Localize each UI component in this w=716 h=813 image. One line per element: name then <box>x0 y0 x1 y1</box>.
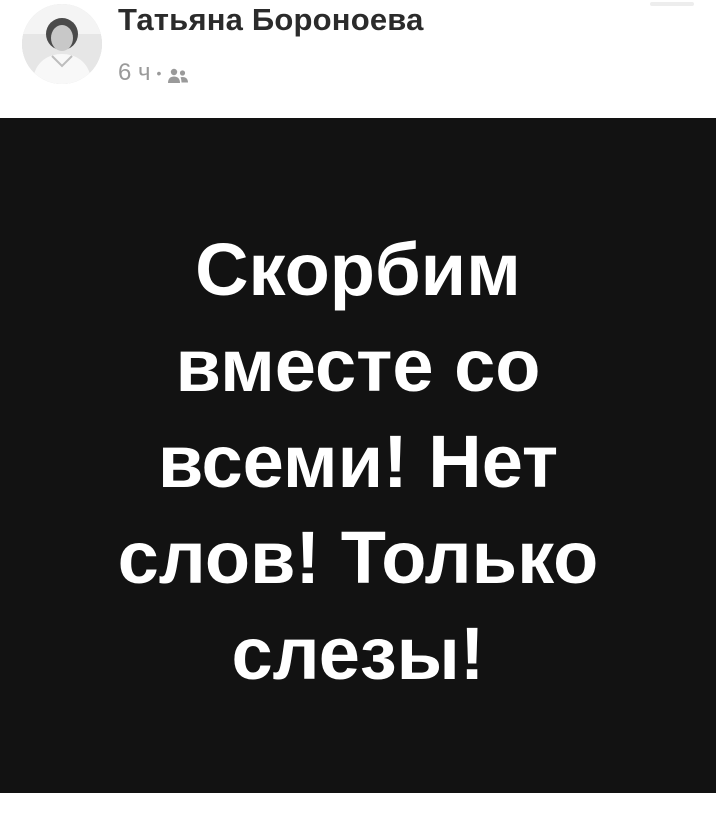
footer-strip <box>0 793 716 813</box>
post-time[interactable]: 6 ч <box>118 59 151 87</box>
author-name[interactable]: Татьяна Бороноева <box>118 2 424 38</box>
post-meta: 6 ч • <box>118 58 189 88</box>
post-card: Татьяна Бороноева 6 ч • Скорбим вместе с… <box>0 0 716 813</box>
meta-separator: • <box>156 65 162 81</box>
post-header: Татьяна Бороноева 6 ч • <box>0 0 716 118</box>
corner-mark <box>650 2 694 6</box>
post-image-text: Скорбим вместе со всеми! Нет слов! Тольк… <box>117 228 599 695</box>
avatar[interactable] <box>22 4 102 84</box>
friends-icon[interactable] <box>167 64 189 83</box>
profile-photo-icon <box>22 4 102 84</box>
